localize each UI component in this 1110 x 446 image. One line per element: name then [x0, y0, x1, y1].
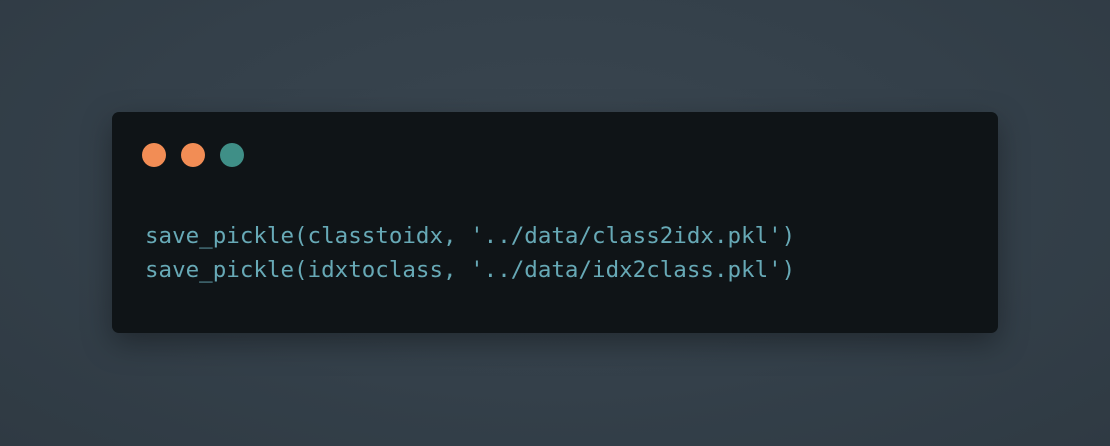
code-line: save_pickle(idxtoclass, '../data/idx2cla… — [145, 257, 796, 283]
code-line: save_pickle(classtoidx, '../data/class2i… — [145, 223, 796, 249]
close-dot-icon[interactable] — [142, 143, 166, 167]
window-controls — [142, 143, 244, 167]
maximize-dot-icon[interactable] — [220, 143, 244, 167]
code-block: save_pickle(classtoidx, '../data/class2i… — [145, 219, 795, 287]
minimize-dot-icon[interactable] — [181, 143, 205, 167]
